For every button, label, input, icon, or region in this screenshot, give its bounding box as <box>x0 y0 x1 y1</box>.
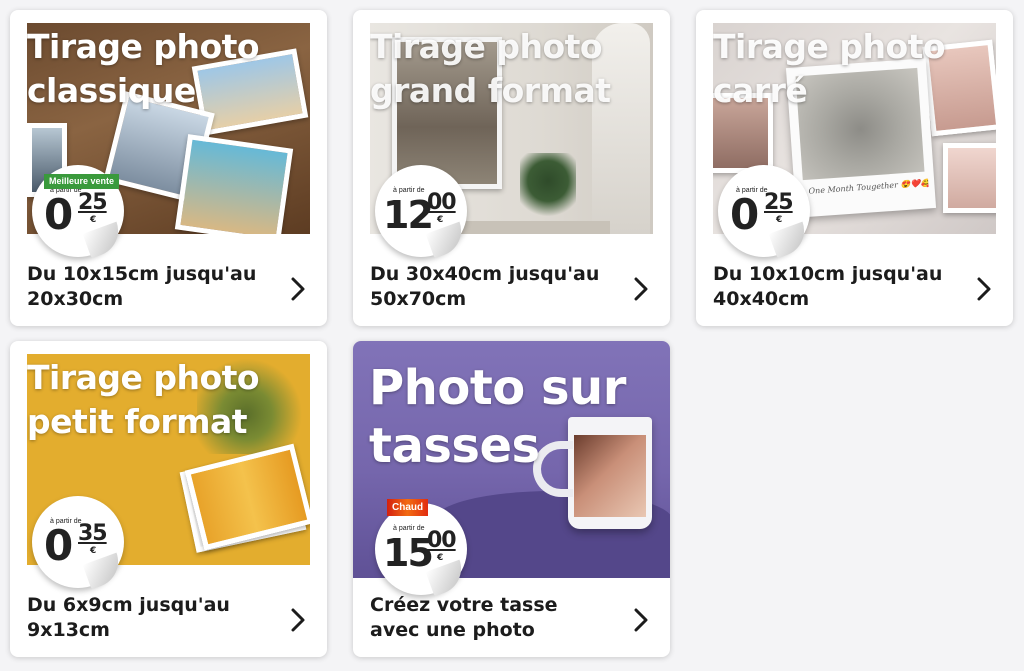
price-currency: € <box>437 215 444 225</box>
price-integer: 12 <box>383 193 434 237</box>
card-title: Tirage photo grand format <box>370 27 611 110</box>
photo-print <box>184 443 310 551</box>
sticker-fold <box>82 221 126 259</box>
photo-print <box>174 134 294 234</box>
sticker-fold <box>768 221 812 259</box>
price-currency: € <box>90 546 97 556</box>
price-currency: € <box>776 215 783 225</box>
side-table <box>460 221 610 234</box>
price-decimal: 25 <box>764 190 794 215</box>
card-title: Tirage photo petit format <box>27 358 260 441</box>
chevron-right-icon[interactable] <box>630 607 652 633</box>
card-photo-sur-tasses[interactable]: Photo sur tasses à partir de 15 00 € Cha… <box>353 341 670 657</box>
price-sticker: à partir de 0 25 € <box>718 165 812 259</box>
price-decimal: 35 <box>78 521 108 546</box>
sticker-fold <box>425 559 469 597</box>
chevron-right-icon[interactable] <box>287 276 309 302</box>
polaroid-caption: One Month Tougether 😍❤️🥰 <box>808 178 929 196</box>
card-caption: Du 30x40cm jusqu'au 50x70cm <box>370 263 600 310</box>
product-grid: Tirage photo classique à partir de 0 25 … <box>0 0 1024 671</box>
price-integer: 15 <box>383 531 434 575</box>
card-caption: Créez votre tasse avec une photo <box>370 594 558 641</box>
price-decimal: 25 <box>78 190 108 215</box>
price-sticker: à partir de 15 00 € <box>375 503 469 597</box>
hot-badge: Chaud <box>387 499 429 516</box>
bestseller-badge: Meilleure vente <box>44 174 120 189</box>
plant-shape <box>520 153 576 223</box>
chevron-right-icon[interactable] <box>287 607 309 633</box>
price-decimal: 00 <box>427 190 457 215</box>
sticker-fold <box>425 221 469 259</box>
card-caption: Du 10x15cm jusqu'au 20x30cm <box>27 263 257 310</box>
card-title: Tirage photo carré <box>713 27 946 110</box>
chevron-right-icon[interactable] <box>973 276 995 302</box>
card-caption: Du 6x9cm jusqu'au 9x13cm <box>27 594 230 641</box>
price-sticker: à partir de 12 00 € <box>375 165 469 259</box>
card-tirage-petit-format[interactable]: Tirage photo petit format à partir de 0 … <box>10 341 327 657</box>
price-integer: 0 <box>44 521 73 570</box>
chevron-right-icon[interactable] <box>630 276 652 302</box>
price-integer: 0 <box>730 190 759 239</box>
photo-print <box>943 143 996 213</box>
card-tirage-grand-format[interactable]: Tirage photo grand format à partir de 12… <box>353 10 670 326</box>
sticker-fold <box>82 552 126 590</box>
price-currency: € <box>437 553 444 563</box>
price-integer: 0 <box>44 190 73 239</box>
price-sticker: à partir de 0 35 € <box>32 496 126 590</box>
price-currency: € <box>90 215 97 225</box>
card-tirage-carre[interactable]: One Month Tougether 😍❤️🥰 Tirage photo ca… <box>696 10 1013 326</box>
card-caption: Du 10x10cm jusqu'au 40x40cm <box>713 263 943 310</box>
price-decimal: 00 <box>427 528 457 553</box>
card-tirage-classique[interactable]: Tirage photo classique à partir de 0 25 … <box>10 10 327 326</box>
card-title: Photo sur tasses <box>369 360 626 474</box>
card-title: Tirage photo classique <box>27 27 260 110</box>
